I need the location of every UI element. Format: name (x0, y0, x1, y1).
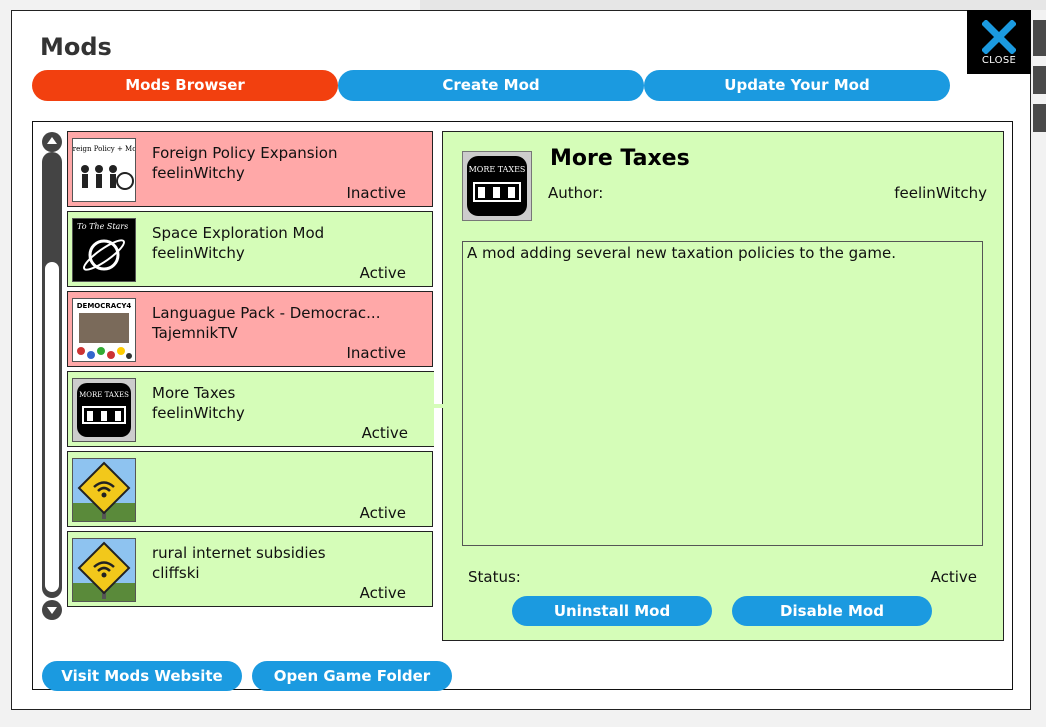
mod-name: Foreign Policy Expansion (152, 144, 338, 162)
mod-name: Languague Pack - Democrac... (152, 304, 381, 322)
close-button[interactable]: CLOSE (967, 10, 1031, 74)
thumbnail-caption: Foreign Policy + More (73, 145, 135, 153)
mod-name: Space Exploration Mod (152, 224, 325, 242)
more-taxes-thumbnail-icon: MORE TAXES (72, 378, 136, 442)
author-label: Author: (548, 184, 604, 202)
status-value: Active (930, 568, 977, 586)
tab-update-your-mod[interactable]: Update Your Mod (644, 70, 950, 101)
mod-status: Active (359, 584, 406, 602)
scroll-up-arrow-icon[interactable] (42, 132, 62, 152)
close-x-icon (982, 20, 1016, 54)
mods-browser-panel: Foreign Policy + More Foreign Policy Exp… (32, 121, 1013, 691)
background-scenery (420, 0, 1046, 10)
close-label: CLOSE (981, 55, 1017, 66)
mod-status: Active (359, 504, 406, 522)
tab-create-mod[interactable]: Create Mod (338, 70, 644, 101)
background-scenery-bar (1033, 20, 1046, 56)
disable-mod-button[interactable]: Disable Mod (732, 596, 932, 626)
scroll-down-arrow-icon[interactable] (42, 600, 62, 620)
mod-list-item[interactable]: To The Stars Space Exploration Mod feeli… (67, 211, 433, 287)
mod-name: rural internet subsidies (152, 544, 326, 562)
mod-list-item[interactable]: Active (67, 451, 433, 527)
scrollbar-thumb[interactable] (45, 262, 59, 592)
open-game-folder-button[interactable]: Open Game Folder (252, 661, 452, 691)
wifi-sign-thumbnail-icon (72, 458, 136, 522)
wifi-sign-thumbnail-icon (72, 538, 136, 602)
more-taxes-thumbnail-icon: MORE TAXES (462, 151, 532, 221)
mod-name: More Taxes (152, 384, 236, 402)
mod-status: Inactive (346, 344, 406, 362)
thumbnail-caption: DEMOCRACY4 (77, 302, 132, 310)
mod-author: feelinWitchy (152, 244, 245, 262)
background-scenery-bar (1033, 104, 1046, 132)
page-title: Mods (40, 33, 112, 61)
background-scenery-bar (1033, 66, 1046, 94)
mod-status: Inactive (346, 184, 406, 202)
mod-status: Active (359, 264, 406, 282)
mod-details-panel: MORE TAXES More Taxes Author: feelinWitc… (442, 131, 1004, 641)
thumbnail-caption: MORE TAXES (79, 391, 129, 399)
tab-mods-browser[interactable]: Mods Browser (32, 70, 338, 101)
description-box: A mod adding several new taxation polici… (462, 241, 983, 546)
to-the-stars-thumbnail-icon: To The Stars (72, 218, 136, 282)
mods-dialog: Mods Mods Browser Create Mod Update Your… (11, 10, 1031, 710)
visit-mods-website-button[interactable]: Visit Mods Website (42, 661, 242, 691)
selection-connector (431, 404, 443, 408)
mod-list-item[interactable]: rural internet subsidies cliffski Active (67, 531, 433, 607)
thumbnail-caption: To The Stars (77, 222, 128, 231)
foreign-policy-thumbnail-icon: Foreign Policy + More (72, 138, 136, 202)
mod-list-item-selected[interactable]: MORE TAXES More Taxes feelinWitchy Activ… (67, 371, 434, 447)
thumbnail-caption: MORE TAXES (469, 165, 526, 174)
mod-author: cliffski (152, 564, 200, 582)
mod-author: feelinWitchy (152, 404, 245, 422)
scrollbar-track[interactable] (42, 152, 62, 598)
uninstall-mod-button[interactable]: Uninstall Mod (512, 596, 712, 626)
mod-author: TajemnikTV (152, 324, 238, 342)
status-label: Status: (468, 568, 521, 586)
details-title: More Taxes (550, 146, 690, 171)
mod-list-item[interactable]: Foreign Policy + More Foreign Policy Exp… (67, 131, 433, 207)
mod-author: feelinWitchy (152, 164, 245, 182)
author-value: feelinWitchy (894, 184, 987, 202)
mod-list-item[interactable]: DEMOCRACY4 Languague Pack - Democrac... … (67, 291, 433, 367)
democracy-4-thumbnail-icon: DEMOCRACY4 (72, 298, 136, 362)
mod-status: Active (361, 424, 408, 442)
